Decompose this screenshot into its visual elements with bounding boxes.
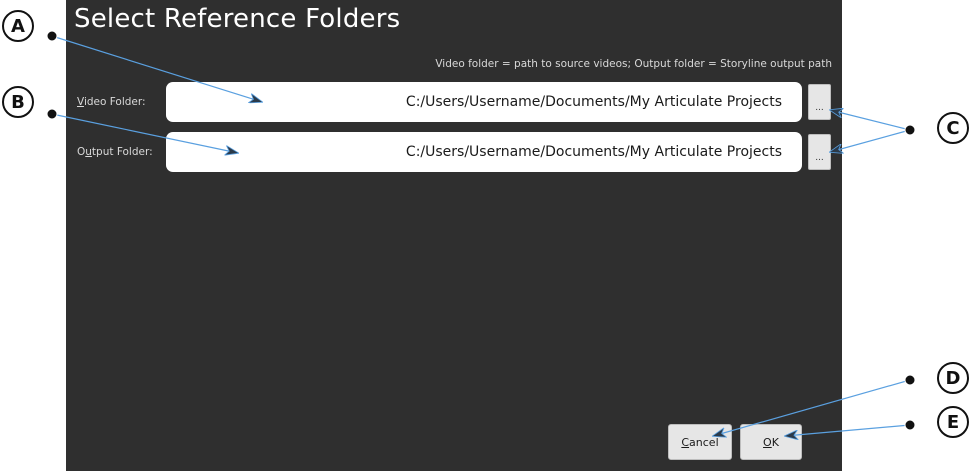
callout-line-c2 bbox=[830, 129, 911, 152]
callout-dot-d bbox=[904, 374, 916, 386]
callout-badge-c: C bbox=[937, 112, 969, 144]
callout-line-a bbox=[51, 35, 262, 102]
callout-badge-b: B bbox=[2, 86, 34, 118]
callout-dot-c bbox=[904, 124, 916, 136]
callout-badge-d: D bbox=[937, 362, 969, 394]
callout-badge-e: E bbox=[937, 406, 969, 438]
callout-line-c1 bbox=[830, 110, 911, 131]
callout-dot-e bbox=[904, 419, 916, 431]
callout-dot-b bbox=[46, 108, 58, 120]
callout-line-b bbox=[51, 113, 238, 153]
callout-line-e bbox=[785, 424, 911, 436]
callout-overlay bbox=[46, 30, 916, 471]
callout-dot-a bbox=[46, 30, 58, 42]
callout-badge-a: A bbox=[2, 10, 34, 42]
